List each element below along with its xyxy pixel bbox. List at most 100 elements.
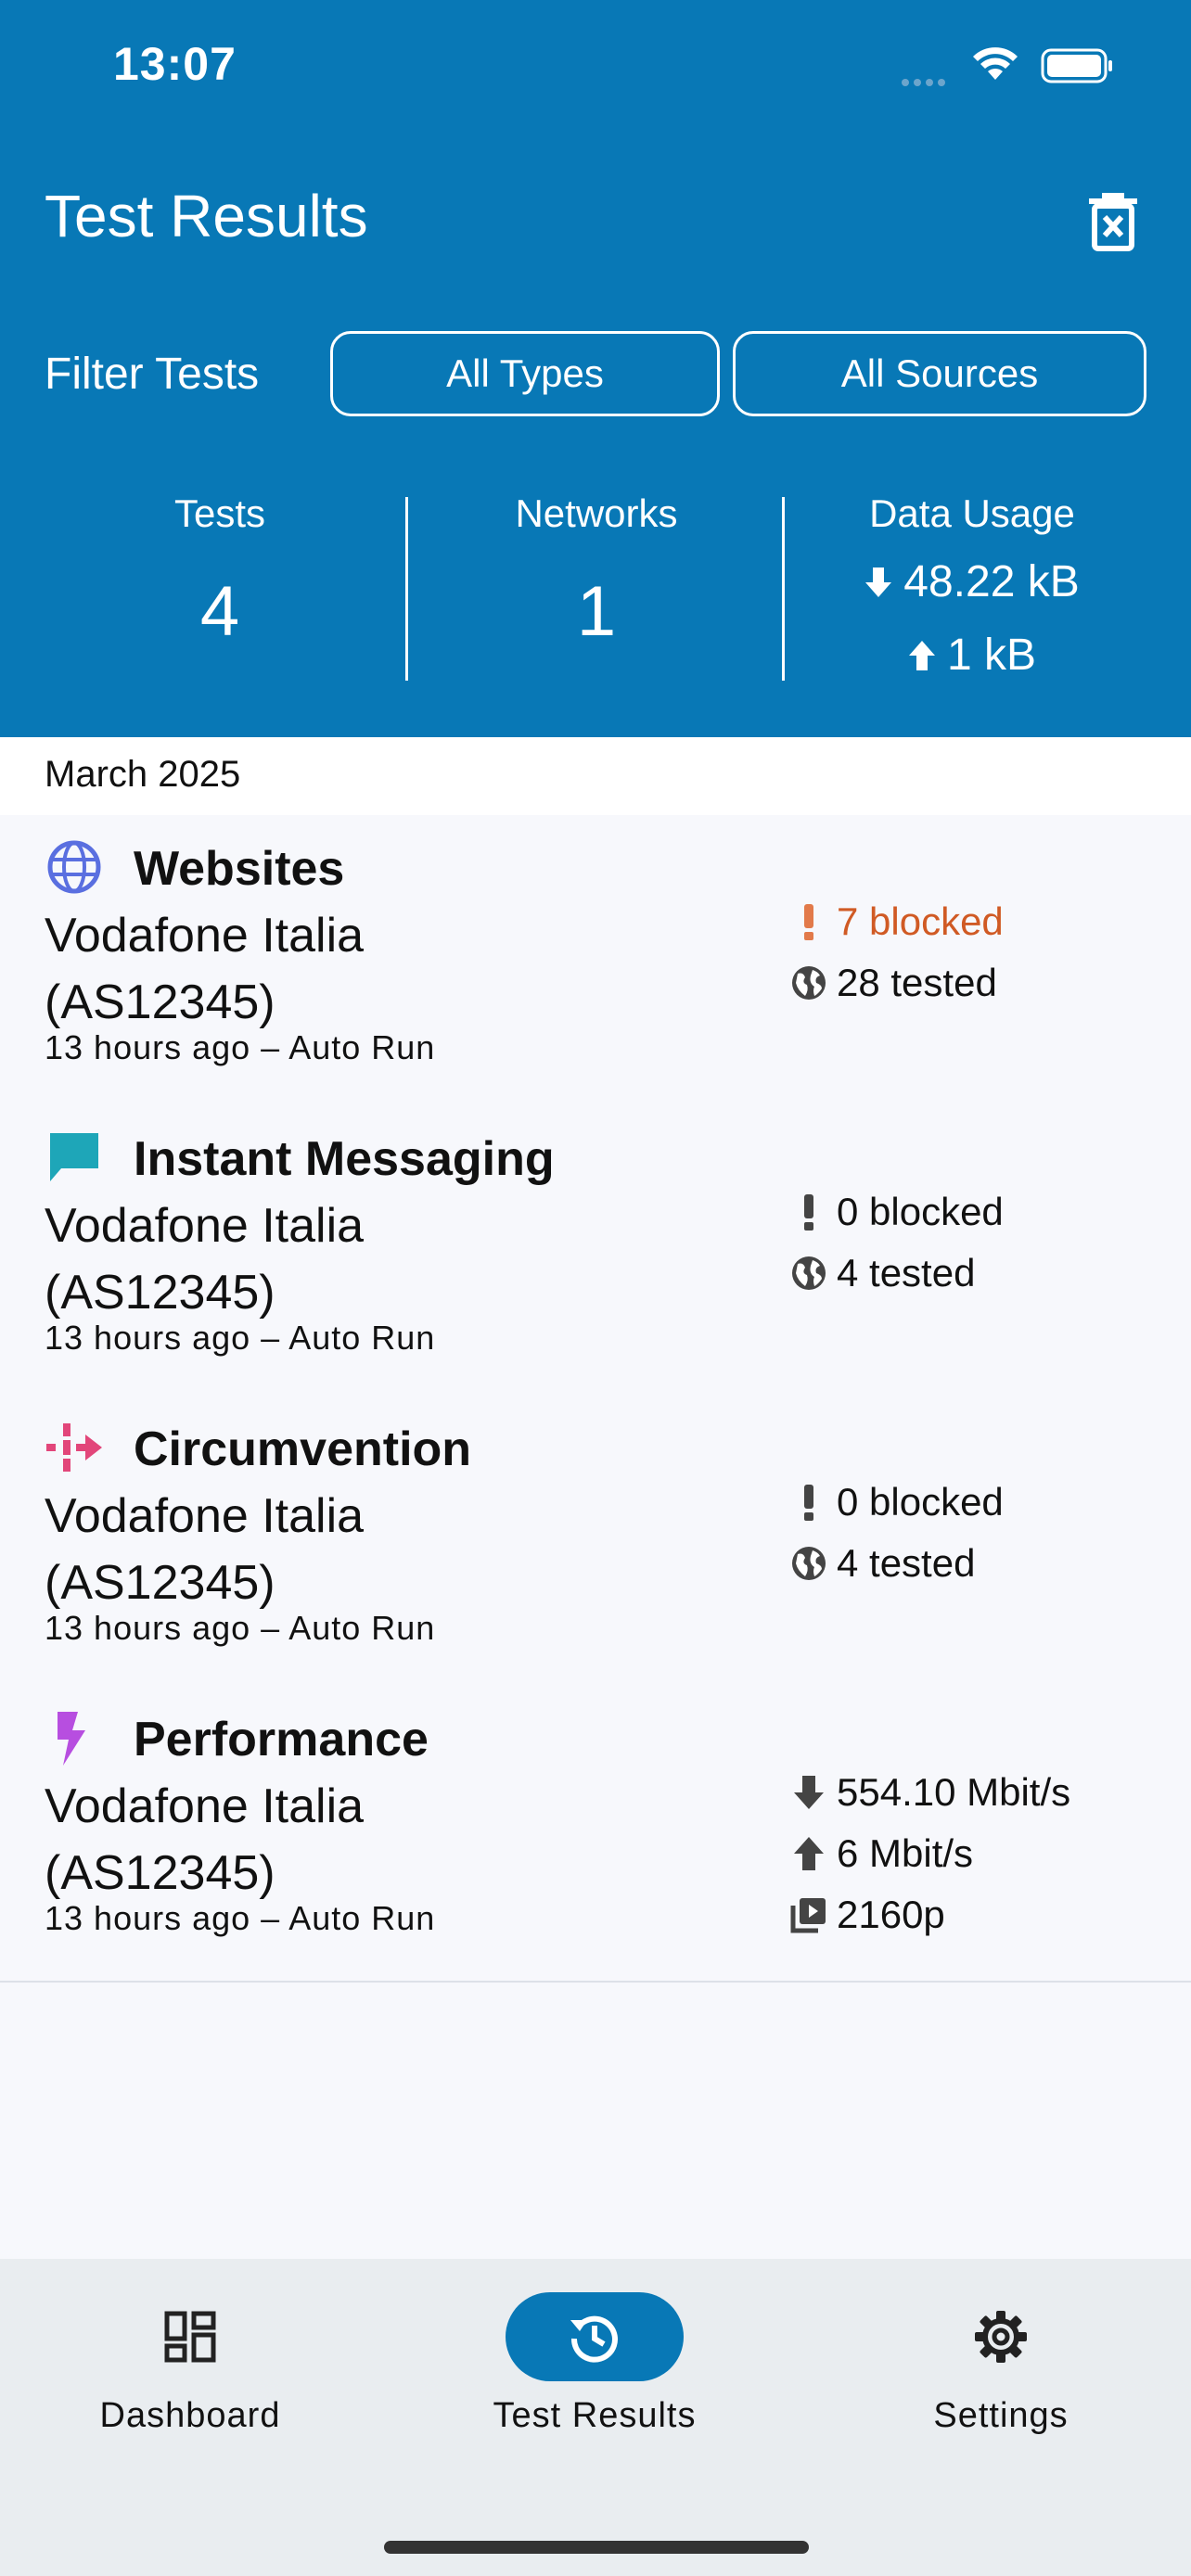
history-icon [570,2315,618,2363]
result-title: Websites [134,842,345,896]
nav-dashboard[interactable]: Dashboard [46,2259,334,2444]
network-asn: (AS12345) [45,1846,275,1900]
stat-networks-value: 1 [576,572,617,651]
video-text: 2160p [837,1893,945,1936]
network-asn: (AS12345) [45,1266,275,1320]
month-label: March 2025 [45,754,241,795]
video-quality: 2160p [787,1884,1070,1945]
result-card-instant-messaging[interactable]: Instant Messaging Vodafone Italia (AS123… [0,1105,1191,1397]
result-title: Circumvention [134,1422,472,1476]
stat-data-usage: Data Usage 48.22 kB 1 kB [787,491,1158,681]
result-meta: 13 hours ago – Auto Run [45,1899,436,1937]
battery-icon [1041,48,1112,83]
result-metrics: 7 blocked 28 tested [787,891,1004,1014]
filter-label: Filter Tests [45,350,260,399]
header: 13:07 Test Results Filter Tests All Type… [0,0,1191,737]
stat-usage-label: Data Usage [869,491,1075,535]
exclamation-icon [804,1194,813,1231]
stat-tests: Tests 4 [45,491,395,652]
tested-text: 4 tested [837,1541,976,1585]
result-meta: 13 hours ago – Auto Run [45,1609,436,1647]
world-icon [792,966,826,1000]
cellular-signal-icon [902,74,950,91]
tested-count: 28 tested [787,952,1004,1014]
blocked-count: 7 blocked [787,891,1004,952]
blocked-text: 0 blocked [837,1190,1004,1233]
network-asn: (AS12345) [45,1556,275,1610]
result-metrics: 0 blocked 4 tested [787,1181,1004,1304]
chat-icon [50,1133,98,1181]
blocked-count: 0 blocked [787,1181,1004,1243]
stat-tests-value: 4 [199,572,240,651]
nav-settings-label: Settings [933,2396,1069,2435]
result-title: Performance [134,1713,429,1766]
usage-upload-value: 1 kB [946,631,1037,680]
stat-networks-label: Networks [515,491,678,535]
page-title: Test Results [45,183,368,249]
bottom-nav: Dashboard Test Results Settings [0,2259,1191,2576]
usage-download-value: 48.22 kB [903,557,1080,606]
network-asn: (AS12345) [45,976,275,1029]
delete-all-icon[interactable] [1085,191,1141,252]
stat-networks: Networks 1 [408,491,785,652]
exclamation-icon [804,904,813,940]
download-speed: 554.10 Mbit/s [787,1762,1070,1823]
tested-text: 4 tested [837,1251,976,1294]
blocked-count: 0 blocked [787,1472,1004,1533]
tested-count: 4 tested [787,1533,1004,1594]
usage-upload: 1 kB [787,630,1158,681]
blocked-text: 7 blocked [837,899,1004,943]
result-network: Vodafone Italia (AS12345) [45,1483,564,1616]
stat-divider [782,497,785,681]
wifi-icon [973,47,1018,80]
upload-speed: 6 Mbit/s [787,1823,1070,1884]
home-indicator [384,2541,809,2554]
usage-download: 48.22 kB [787,556,1158,607]
blocked-text: 0 blocked [837,1480,1004,1524]
nav-test-results-icon-wrap [506,2292,684,2381]
result-meta: 13 hours ago – Auto Run [45,1028,436,1066]
network-name: Vodafone Italia [45,1779,365,1833]
filter-types-button[interactable]: All Types [330,331,720,416]
result-card-circumvention[interactable]: Circumvention Vodafone Italia (AS12345) … [0,1396,1191,1688]
result-title: Instant Messaging [134,1132,555,1186]
network-name: Vodafone Italia [45,909,365,963]
tested-text: 28 tested [837,961,997,1004]
nav-settings[interactable]: Settings [857,2259,1145,2444]
nav-dashboard-icon-wrap [101,2292,279,2381]
result-card-websites[interactable]: Websites Vodafone Italia (AS12345) 13 ho… [0,815,1191,1107]
status-time: 13:07 [113,38,237,90]
result-metrics: 554.10 Mbit/s 6 Mbit/s 2160p [787,1762,1070,1945]
network-name: Vodafone Italia [45,1199,365,1253]
tested-count: 4 tested [787,1243,1004,1304]
gear-icon [975,2311,1027,2363]
result-card-performance[interactable]: Performance Vodafone Italia (AS12345) 13… [0,1686,1191,1983]
upload-arrow-icon [908,640,935,670]
stat-tests-label: Tests [173,491,266,535]
download-arrow-icon [865,567,892,597]
download-text: 554.10 Mbit/s [837,1770,1071,1814]
circumvention-icon [46,1423,102,1472]
result-meta: 13 hours ago – Auto Run [45,1319,436,1357]
filter-sources-button[interactable]: All Sources [733,331,1146,416]
nav-dashboard-label: Dashboard [99,2396,281,2435]
download-arrow-icon [794,1776,824,1809]
result-metrics: 0 blocked 4 tested [787,1472,1004,1594]
lightning-icon [58,1712,85,1766]
network-name: Vodafone Italia [45,1489,365,1543]
video-icon [790,1898,826,1933]
nav-settings-icon-wrap [912,2292,1090,2381]
nav-test-results[interactable]: Test Results [451,2259,738,2444]
upload-text: 6 Mbit/s [837,1831,974,1875]
world-icon [792,1547,826,1580]
exclamation-icon [804,1485,813,1521]
result-network: Vodafone Italia (AS12345) [45,1192,564,1326]
world-icon [792,1256,826,1290]
upload-arrow-icon [794,1837,824,1870]
month-header: March 2025 [0,737,1191,817]
result-network: Vodafone Italia (AS12345) [45,1773,564,1906]
dashboard-icon [164,2311,216,2363]
globe-icon [47,840,101,894]
result-network: Vodafone Italia (AS12345) [45,902,564,1036]
nav-test-results-label: Test Results [493,2396,697,2435]
